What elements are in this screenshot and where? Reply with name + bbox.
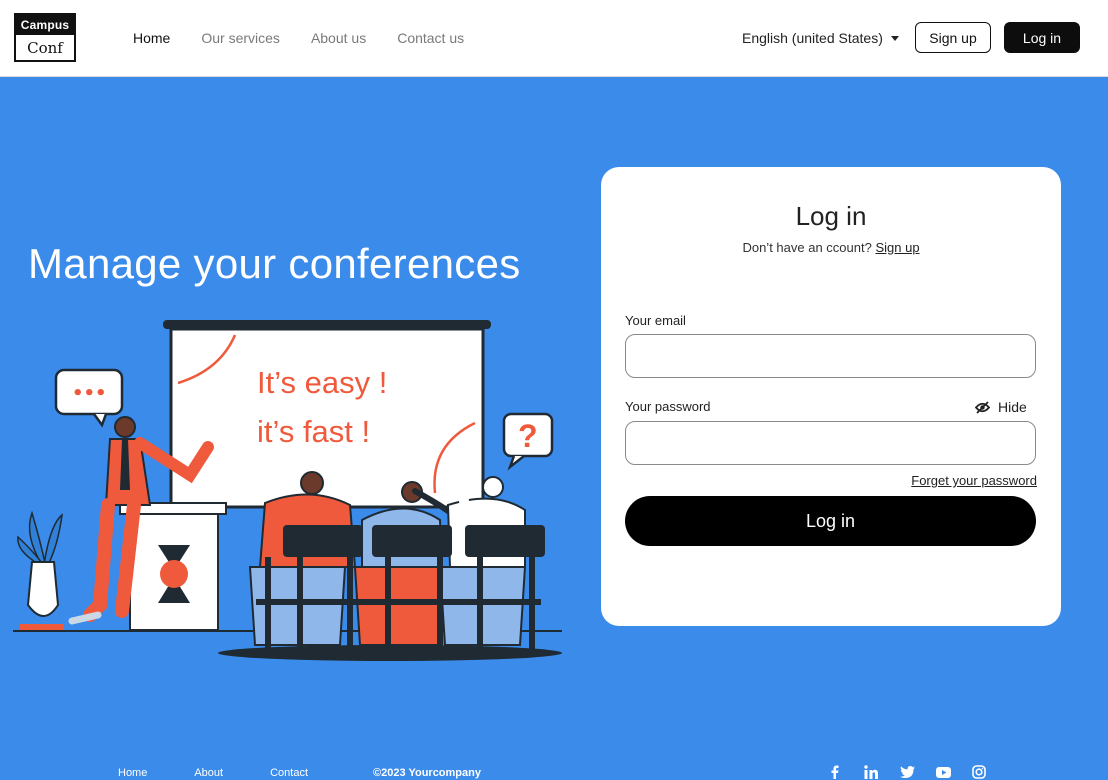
forgot-password-link[interactable]: Forget your password	[911, 473, 1037, 488]
footer-link-about[interactable]: About	[194, 767, 223, 779]
nav-contact-us[interactable]: Contact us	[397, 29, 464, 47]
speech-bubble-left-icon: •••	[54, 368, 124, 428]
language-selector[interactable]: English (united States)	[742, 29, 899, 47]
bubble-question-mark: ?	[518, 418, 538, 454]
board-text-line2: it’s fast !	[257, 414, 370, 449]
speech-bubble-question-icon: ?	[502, 412, 554, 471]
login-submit-button[interactable]: Log in	[625, 496, 1036, 546]
twitter-icon[interactable]	[898, 764, 916, 780]
signup-prompt: Don’t have an ccount? Sign up	[601, 240, 1061, 255]
footer-link-contact[interactable]: Contact	[270, 767, 308, 779]
logo-bottom-text: Conf	[27, 39, 63, 57]
campus-conf-logo[interactable]: Campus Conf	[14, 13, 76, 62]
caret-down-icon	[890, 35, 899, 41]
password-field[interactable]	[625, 421, 1036, 465]
bubble-left-dots: •••	[72, 383, 107, 404]
hide-password-toggle[interactable]: Hide	[975, 399, 1027, 415]
login-card: Log in Don’t have an ccount? Sign up You…	[601, 167, 1061, 626]
facebook-icon[interactable]	[826, 764, 844, 780]
nav-our-services[interactable]: Our services	[201, 29, 280, 47]
presentation-illustration: It’s easy ! it’s fast ! ••• ?	[13, 320, 562, 661]
instagram-icon[interactable]	[970, 764, 988, 780]
nav-about-us[interactable]: About us	[311, 29, 366, 47]
footer-links: Home About Contact ©2023 Yourcompany	[118, 767, 528, 779]
email-label: Your email	[625, 313, 686, 328]
main-nav: Home Our services About us Contact us	[133, 29, 495, 47]
login-title: Log in	[795, 201, 867, 231]
nav-home[interactable]: Home	[133, 29, 170, 47]
social-links	[826, 764, 988, 780]
hero-title: Manage your conferences	[28, 240, 521, 287]
header-login-button[interactable]: Log in	[1004, 22, 1080, 53]
signup-prompt-text: Don’t have an ccount?	[742, 240, 872, 255]
top-navbar: Campus Conf Home Our services About us C…	[0, 0, 1108, 77]
language-label: English (united States)	[742, 30, 883, 46]
plant-icon	[17, 510, 64, 630]
logo-top-text: Campus	[16, 15, 74, 35]
board-text-line1: It’s easy !	[257, 365, 387, 400]
footer-link-home[interactable]: Home	[118, 767, 147, 779]
signup-link[interactable]: Sign up	[875, 240, 919, 255]
password-label: Your password	[625, 399, 711, 414]
linkedin-icon[interactable]	[862, 764, 880, 780]
copyright-text: ©2023 Yourcompany	[373, 767, 481, 779]
youtube-icon[interactable]	[934, 764, 952, 780]
header-signup-button[interactable]: Sign up	[915, 22, 991, 53]
hide-label: Hide	[998, 399, 1027, 415]
eye-slash-icon	[975, 400, 990, 414]
email-field[interactable]	[625, 334, 1036, 378]
